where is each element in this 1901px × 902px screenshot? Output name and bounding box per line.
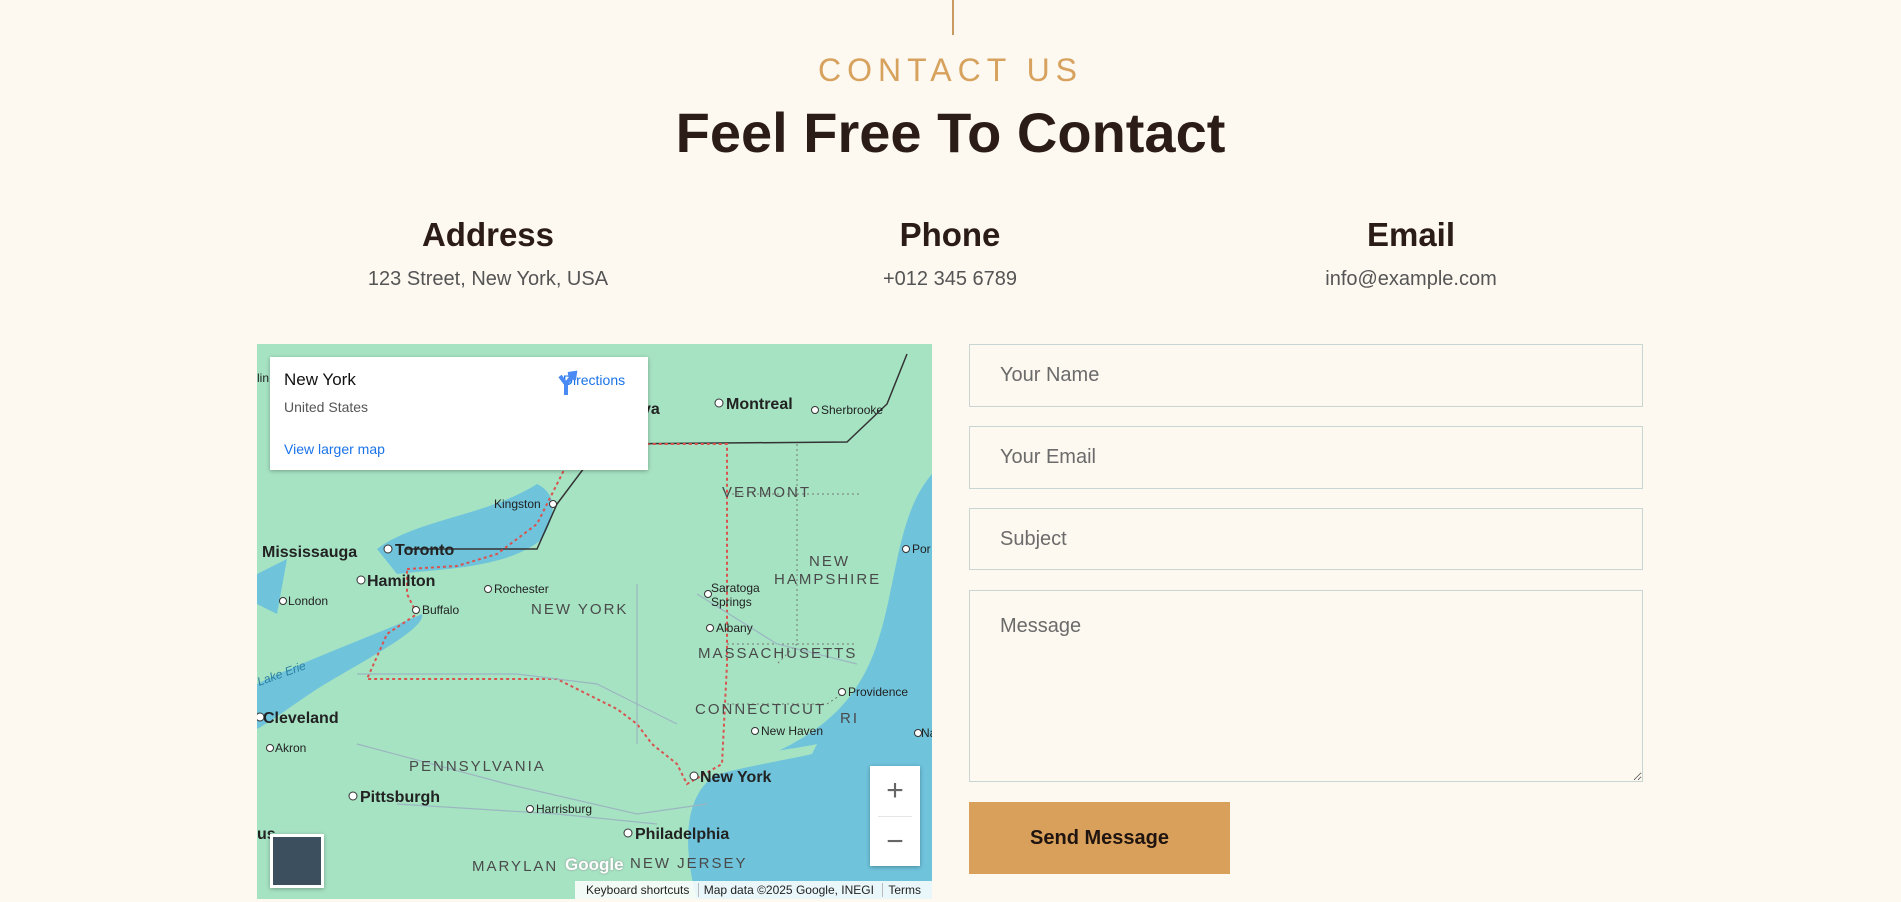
map-place-card: New York United States View larger map D… <box>270 357 648 470</box>
map-label-massachusetts: MASSACHUSETTS <box>698 645 857 662</box>
map-label-harrisburg: Harrisburg <box>536 802 592 816</box>
map-label-vermont: VERMONT <box>722 484 811 501</box>
map-label-toronto: Toronto <box>395 542 454 559</box>
map-label-saratoga-2: Springs <box>711 595 752 609</box>
directions-icon <box>558 370 578 395</box>
satellite-toggle[interactable] <box>270 834 324 888</box>
map-label-new-jersey: NEW JERSEY <box>630 855 748 872</box>
sherbrooke-dot <box>811 406 819 414</box>
map-label-new-hampshire-2: HAMPSHIRE <box>774 571 881 588</box>
map-label-sherbrooke: Sherbrooke <box>821 403 883 417</box>
email-block: Email info@example.com <box>1181 216 1641 291</box>
address-label: Address <box>421 216 555 253</box>
philadelphia-dot <box>623 828 633 838</box>
embedded-map[interactable]: Montreal Toronto Mississauga Hamilton Cl… <box>257 344 932 899</box>
phone-label: Phone <box>899 216 1001 253</box>
map-label-albany: Albany <box>716 621 753 635</box>
rochester-dot <box>484 585 492 593</box>
map-label-pittsburgh: Pittsburgh <box>360 789 440 806</box>
map-label-london: London <box>288 594 328 608</box>
portland-dot <box>902 545 910 553</box>
terms-link[interactable]: Terms <box>882 883 926 897</box>
map-label-saratoga-1: Saratoga <box>711 581 760 595</box>
zoom-out-icon[interactable]: − <box>870 817 920 867</box>
phone-value: +012 345 6789 <box>882 268 1018 290</box>
map-label-ri: RI <box>840 710 859 727</box>
address-block: Address 123 Street, New York, USA <box>258 216 718 291</box>
buffalo-dot <box>412 606 420 614</box>
map-label-maryland: MARYLAN <box>472 858 558 875</box>
akron-dot <box>266 744 274 752</box>
nyc-dot <box>689 771 699 781</box>
address-value: 123 Street, New York, USA <box>367 268 609 290</box>
map-label-cleveland: Cleveland <box>263 710 339 727</box>
kingston-dot <box>549 500 557 508</box>
map-label-kingston: Kingston <box>494 497 541 511</box>
email-value: info@example.com <box>1325 268 1497 290</box>
london-dot <box>279 597 287 605</box>
phone-block: Phone +012 345 6789 <box>720 216 1180 291</box>
map-label-pennsylvania: PENNSYLVANIA <box>409 758 546 775</box>
providence-dot <box>838 688 846 696</box>
send-message-button[interactable]: Send Message <box>969 802 1230 874</box>
harrisburg-dot <box>526 805 534 813</box>
map-label-new-york-state: NEW YORK <box>531 601 628 618</box>
page-title: Feel Free To Contact <box>675 101 1226 164</box>
map-data-text: Map data ©2025 Google, INEGI <box>697 883 879 897</box>
map-label-portland: Por <box>912 542 931 556</box>
map-label-providence: Providence <box>848 685 908 699</box>
hamilton-dot <box>356 575 366 585</box>
montreal-dot <box>714 398 724 408</box>
map-label-new-hampshire-1: NEW <box>809 553 850 570</box>
top-divider <box>952 0 954 35</box>
directions-button[interactable]: Directions <box>554 370 634 395</box>
map-label-nashua: Na <box>921 726 932 740</box>
view-larger-map-link[interactable]: View larger map <box>284 441 385 457</box>
email-label: Email <box>1366 216 1456 253</box>
map-zoom-control: + − <box>870 766 920 866</box>
keyboard-shortcuts-link[interactable]: Keyboard shortcuts <box>581 883 694 897</box>
pittsburgh-dot <box>348 791 358 801</box>
subject-field[interactable] <box>969 508 1643 570</box>
message-field[interactable] <box>969 590 1643 782</box>
map-label-connecticut: CONNECTICUT <box>695 701 826 718</box>
section-eyebrow: CONTACT US <box>817 52 1084 88</box>
map-label-new-haven: New Haven <box>761 724 823 738</box>
email-field[interactable] <box>969 426 1643 489</box>
google-logo: Google <box>565 855 624 874</box>
map-label-lin: lin <box>257 371 269 385</box>
map-label-nyc: New York <box>700 769 772 786</box>
map-label-akron: Akron <box>275 741 306 755</box>
map-attribution: Keyboard shortcuts Map data ©2025 Google… <box>574 881 932 899</box>
zoom-in-icon[interactable]: + <box>870 766 920 816</box>
map-label-mississauga: Mississauga <box>262 544 357 561</box>
new-haven-dot <box>751 727 759 735</box>
map-label-buffalo: Buffalo <box>422 603 459 617</box>
name-field[interactable] <box>969 344 1643 407</box>
albany-dot <box>706 624 714 632</box>
map-label-rochester: Rochester <box>494 582 549 596</box>
lake-west <box>257 559 287 614</box>
map-place-name: New York <box>284 370 356 389</box>
map-label-montreal: Montreal <box>726 396 793 413</box>
map-place-country: United States <box>284 399 369 415</box>
map-label-hamilton: Hamilton <box>367 573 435 590</box>
toronto-dot <box>383 544 393 554</box>
map-label-philadelphia: Philadelphia <box>635 826 729 843</box>
